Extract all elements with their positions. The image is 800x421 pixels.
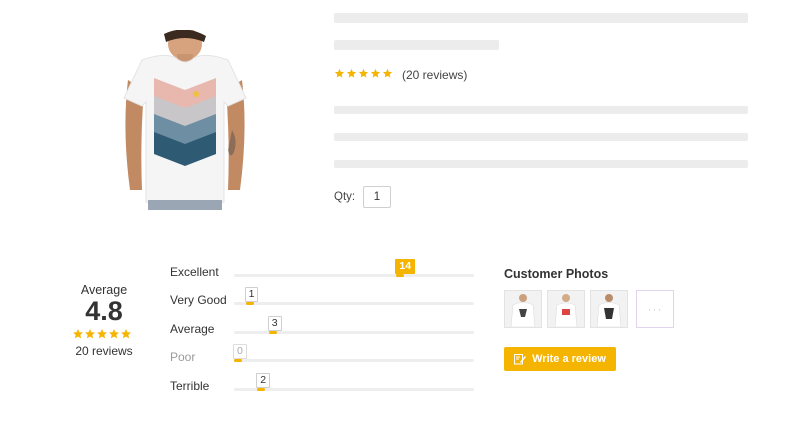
qty-input[interactable]: 1	[363, 186, 391, 208]
more-photos-icon: ···	[647, 302, 663, 316]
customer-photos-title: Customer Photos	[504, 267, 609, 281]
skeleton-subtitle	[334, 40, 499, 50]
rating-row-count: 2	[256, 373, 271, 388]
star-icon	[108, 327, 120, 339]
rating-row-marker	[396, 274, 405, 277]
product-image[interactable]	[120, 28, 250, 210]
rating-row-label: Very Good	[170, 293, 227, 307]
customer-photo-thumb[interactable]	[504, 290, 542, 328]
rating-row-marker	[245, 302, 254, 305]
reviews-count-link[interactable]: (20 reviews)	[402, 68, 467, 82]
average-rating-stars	[72, 327, 132, 339]
rating-row-label: Average	[170, 322, 215, 336]
qty-label: Qty:	[334, 191, 356, 203]
rating-row-marker	[268, 331, 277, 334]
customer-photo-thumb[interactable]	[547, 290, 585, 328]
rating-row-label: Terrible	[170, 379, 210, 393]
rating-row-count: 1	[244, 287, 259, 302]
star-icon	[120, 327, 132, 339]
rating-row-count: 3	[267, 316, 282, 331]
star-icon	[370, 66, 381, 78]
total-reviews: 20 reviews	[75, 344, 133, 358]
rating-row-track	[234, 388, 474, 391]
star-icon	[84, 327, 96, 339]
write-review-button[interactable]: Write a review	[504, 347, 616, 371]
average-label: Average	[80, 283, 128, 297]
rating-row-track	[234, 359, 474, 362]
average-rating-value: 4.8	[85, 296, 123, 326]
star-icon	[346, 66, 357, 78]
customer-photo-thumb[interactable]	[590, 290, 628, 328]
rating-row-marker	[234, 359, 242, 362]
rating-row-count: 0	[233, 344, 247, 359]
rating-row-marker	[257, 388, 266, 391]
rating-row-label: Poor	[170, 350, 196, 364]
skeleton-line	[334, 160, 748, 168]
star-icon	[96, 327, 108, 339]
star-icon	[358, 66, 369, 78]
write-review-label: Write a review	[532, 353, 606, 365]
star-icon	[72, 327, 84, 339]
rating-row-count: 14	[395, 259, 416, 274]
pencil-note-icon	[514, 354, 527, 365]
more-photos-button[interactable]: ···	[636, 290, 674, 328]
star-icon	[334, 66, 345, 78]
skeleton-line	[334, 133, 748, 141]
rating-row-label: Excellent	[170, 265, 219, 279]
rating-row-track	[234, 302, 474, 305]
product-rating-stars	[334, 66, 393, 78]
rating-row-track	[234, 274, 474, 277]
skeleton-title	[334, 13, 748, 23]
skeleton-line	[334, 106, 748, 114]
star-icon	[382, 66, 393, 78]
